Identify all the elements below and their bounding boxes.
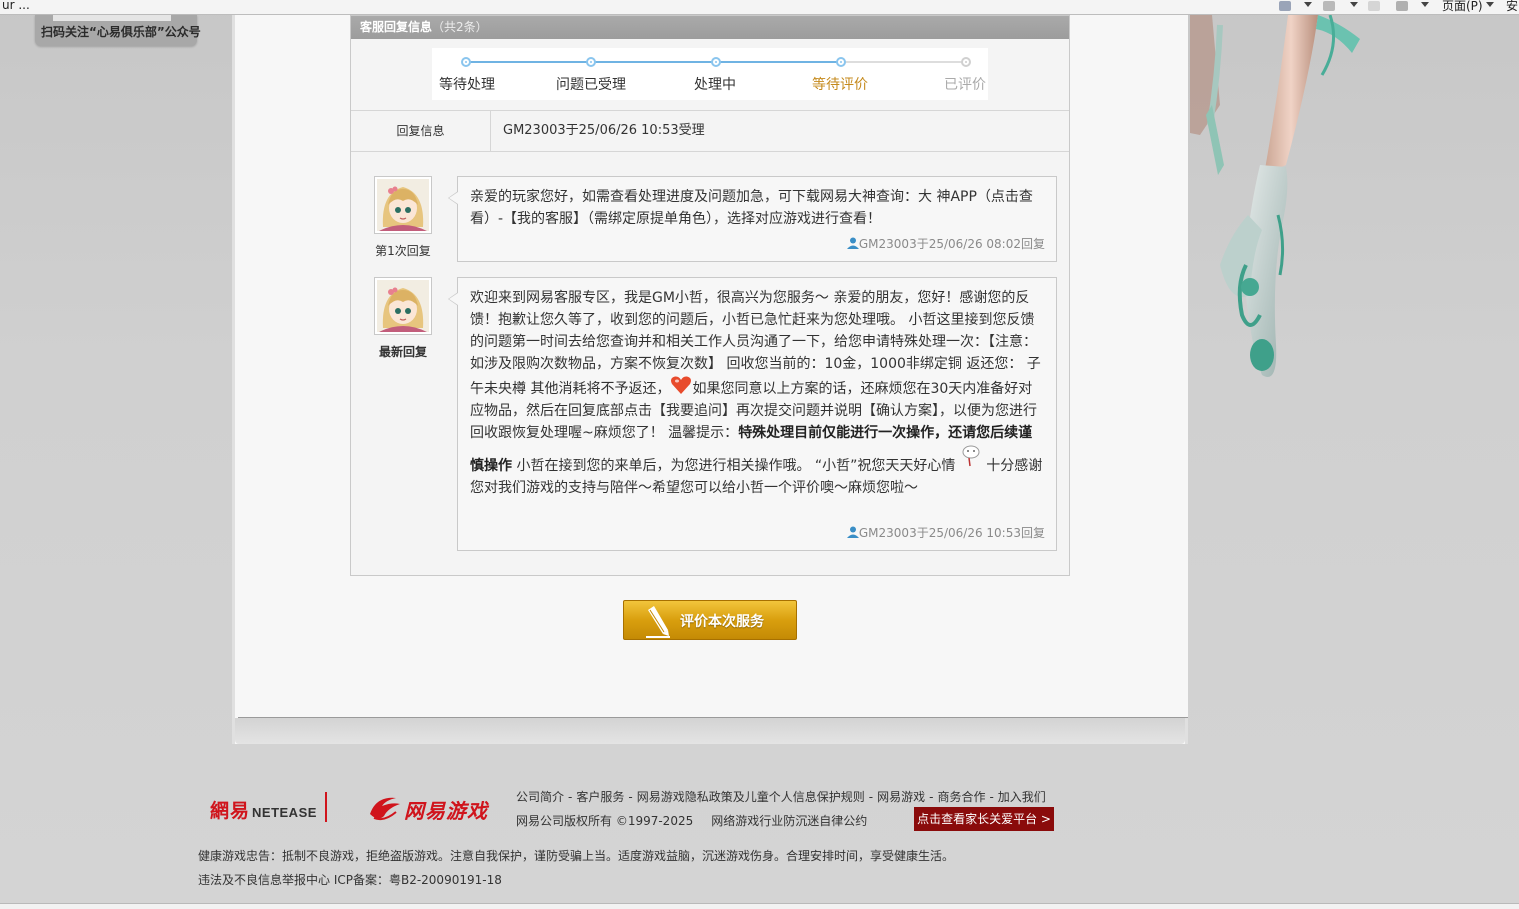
progress-dot — [461, 57, 471, 67]
progress-dot — [836, 57, 846, 67]
reply-info-value: GM23003于25/06/26 10:53受理 — [503, 123, 705, 138]
reply-box-title: 客服回复信息 — [360, 20, 433, 34]
mail-icon[interactable] — [1368, 1, 1380, 11]
reply-text: 小哲在接到您的来单后，为您进行相关操作哦。 “小哲”祝您天天好心情 — [512, 458, 960, 474]
step-awaiting-review: 等待评价 — [812, 77, 868, 93]
footer-link-business[interactable]: 商务合作 — [937, 790, 985, 804]
reply-info-row: 回复信息 GM23003于25/06/26 10:53受理 — [351, 110, 1069, 152]
character-illustration — [1190, 15, 1360, 377]
progress-dot — [711, 57, 721, 67]
footer-link-jobs[interactable]: 加入我们 — [998, 790, 1046, 804]
footer-link-privacy[interactable]: 网易游戏隐私政策及儿童个人信息保护规则 — [637, 790, 865, 804]
chevron-down-icon[interactable] — [1350, 2, 1358, 7]
chevron-down-icon[interactable] — [1421, 2, 1429, 7]
print-icon[interactable] — [1396, 1, 1408, 11]
qr-follow-tag[interactable]: 扫码关注“心易俱乐部”公众号 — [35, 15, 201, 46]
step-processing: 处理中 — [694, 77, 736, 93]
logo-divider — [325, 792, 327, 822]
footer-link-about[interactable]: 公司简介 — [516, 790, 564, 804]
step-reviewed: 已评价 — [944, 77, 986, 93]
reply-text: 亲爱的玩家您好，如需查看处理进度及问题加急，可下载网易大神查询：大 神APP（点… — [470, 189, 1033, 227]
netease-logo[interactable]: 網易 NETEASE — [210, 796, 317, 822]
gm-avatar-icon — [377, 179, 429, 231]
step-waiting: 等待处理 — [439, 77, 495, 93]
netease-logo-en: NETEASE — [252, 805, 317, 820]
reply-bubble: 欢迎来到网易客服专区，我是GM小哲，很高兴为您服务～ 亲爱的朋友，您好！感谢您的… — [448, 277, 1057, 551]
reply-info-box: 客服回复信息（共2条） 等待处理 问题已受理 处理中 等待评价 已评价 回复信息… — [350, 15, 1070, 576]
evaluate-service-button[interactable]: 评价本次服务 — [623, 600, 797, 640]
user-icon — [846, 526, 859, 538]
progress-dot — [961, 57, 971, 67]
progress-dot — [586, 57, 596, 67]
pencil-icon — [646, 606, 670, 638]
qr-follow-text: 扫码关注“心易俱乐部”公众号 — [41, 25, 201, 39]
reply-signature-text: GM23003于25/06/26 10:53回复 — [858, 526, 1045, 540]
reply-signature-text: GM23003于25/06/26 08:02回复 — [858, 237, 1045, 251]
health-advice: 健康游戏忠告：抵制不良游戏，拒绝盗版游戏。注意自我保护，谨防受骗上当。适度游戏益… — [198, 849, 955, 863]
user-icon — [846, 237, 859, 249]
copyright-text: 网易公司版权所有 ©1997-2025 — [516, 814, 694, 828]
progress-tracker: 等待处理 问题已受理 处理中 等待评价 已评价 — [432, 48, 988, 100]
reply-signature: GM23003于25/06/26 08:02回复 — [846, 233, 1045, 255]
footer-link-games[interactable]: 网易游戏 — [877, 790, 925, 804]
browser-tab-text[interactable]: ur ... — [2, 0, 30, 12]
reply-box-header: 客服回复信息（共2条） — [351, 16, 1069, 39]
browser-toolbar: ur ... 页面(P) 安 — [0, 0, 1519, 15]
icp-record[interactable]: 违法及不良信息举报中心 ICP备案：粤B2-20090191-18 — [198, 871, 502, 888]
footer-copyright: 网易公司版权所有 ©1997-2025 网络游戏行业防沉迷自律公约 — [516, 812, 867, 829]
gm-avatar — [374, 277, 432, 335]
home-icon[interactable] — [1279, 1, 1291, 11]
netease-games-text: 网易游戏 — [404, 799, 488, 823]
reply-signature: GM23003于25/06/26 10:53回复 — [846, 522, 1045, 544]
heart-icon — [671, 376, 692, 394]
footer-link-service[interactable]: 客户服务 — [576, 790, 624, 804]
bubble-arrow — [448, 191, 458, 205]
chevron-down-icon[interactable] — [1304, 2, 1312, 7]
evaluate-button-label: 评价本次服务 — [680, 614, 764, 630]
reply-count: （共2条） — [432, 20, 488, 34]
bubble-arrow — [448, 292, 458, 306]
progress-track-done — [466, 61, 841, 63]
gm-avatar — [374, 176, 432, 234]
self-discipline-link[interactable]: 网络游戏行业防沉迷自律公约 — [711, 814, 867, 828]
step-accepted: 问题已受理 — [556, 77, 626, 93]
main-panel-footer — [235, 718, 1185, 744]
chevron-down-icon[interactable] — [1486, 2, 1494, 7]
reply-caption: 第1次回复 — [375, 244, 431, 258]
feed-icon[interactable] — [1323, 1, 1335, 11]
safety-menu[interactable]: 安 — [1506, 0, 1518, 14]
gm-avatar-icon — [377, 280, 429, 332]
parent-care-button[interactable]: 点击查看家长关爱平台 > — [914, 807, 1054, 831]
browser-status-bar — [0, 903, 1519, 909]
reply-info-label: 回复信息 — [351, 111, 491, 151]
site-footer: 網易 NETEASE 网易游戏 公司简介 - 客户服务 - 网易游戏隐私政策及儿童个人信息… — [0, 760, 1519, 900]
netease-games-swirl-icon — [370, 797, 400, 821]
reply-bubble: 亲爱的玩家您好，如需查看处理进度及问题加急，可下载网易大神查询：大 神APP（点… — [448, 176, 1057, 262]
netease-logo-cn: 網易 — [210, 800, 251, 822]
footer-links: 公司简介 - 客户服务 - 网易游戏隐私政策及儿童个人信息保护规则 - 网易游戏 - 商务合作 -… — [516, 790, 1046, 804]
reply-caption-latest: 最新回复 — [378, 345, 427, 359]
emoticon-icon — [962, 445, 980, 467]
page-menu[interactable]: 页面(P) — [1442, 0, 1483, 14]
qr-code-strip — [53, 15, 171, 21]
